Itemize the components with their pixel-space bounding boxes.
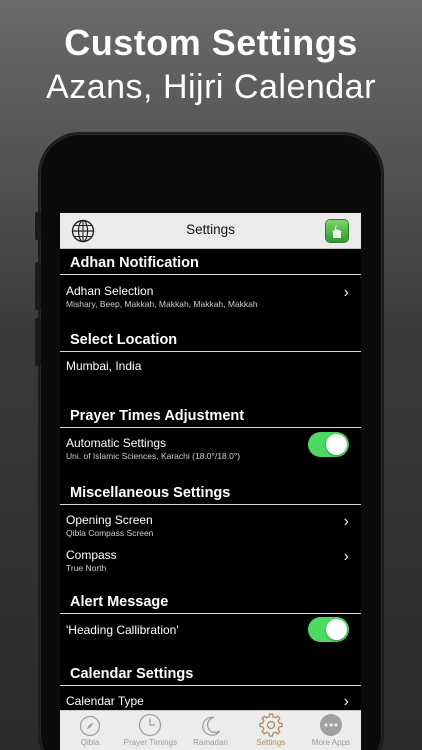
tab-label: Ramadan — [193, 738, 228, 747]
gear-icon — [259, 713, 283, 737]
tab-label: More Apps — [311, 738, 351, 747]
app-screen: Settings Adhan Notification Adhan Select… — [60, 213, 361, 750]
tab-label: Prayer Timings — [123, 738, 177, 747]
navigation-bar: Settings — [60, 213, 361, 249]
compass-label: Compass — [66, 548, 117, 562]
adhan-selection-row[interactable]: Adhan Selection Mishary, Beep, Makkah, M… — [60, 275, 361, 313]
heading-callibration-row: 'Heading Callibration' — [60, 614, 361, 652]
section-header-misc: Miscellaneous Settings — [60, 481, 361, 505]
app-icon[interactable] — [326, 220, 348, 242]
location-row[interactable]: Mumbai, India — [60, 352, 361, 402]
location-value: Mumbai, India — [66, 359, 142, 373]
chevron-right-icon: › — [343, 548, 349, 565]
adhan-selection-label: Adhan Selection — [66, 284, 154, 298]
section-header-calendar: Calendar Settings — [60, 662, 361, 686]
page-title: Settings — [186, 222, 235, 237]
chevron-right-icon: › — [343, 693, 349, 710]
phone-volume-up — [35, 262, 41, 310]
opening-screen-label: Opening Screen — [66, 513, 153, 527]
compass-row[interactable]: Compass True North › — [60, 540, 361, 576]
compass-value: True North — [66, 563, 107, 573]
tab-label: Qibla — [80, 738, 100, 747]
automatic-settings-row: Automatic Settings Uni. of Islamic Scien… — [60, 428, 361, 466]
heading-callibration-toggle[interactable] — [308, 617, 349, 642]
tab-prayer-timings[interactable]: Prayer Timings — [120, 711, 180, 750]
phone-mute-switch — [35, 212, 41, 240]
tab-settings[interactable]: Settings — [241, 711, 301, 750]
section-header-adhan: Adhan Notification — [60, 251, 361, 275]
opening-screen-value: Qibla Compass Screen — [66, 528, 154, 538]
section-header-alert: Alert Message — [60, 590, 361, 614]
chevron-right-icon: › — [343, 284, 349, 301]
section-header-adjustment: Prayer Times Adjustment — [60, 404, 361, 428]
clock-icon — [139, 713, 162, 737]
settings-list: Adhan Notification Adhan Selection Misha… — [60, 249, 361, 716]
tab-qibla[interactable]: Qibla — [60, 711, 120, 750]
section-header-location: Select Location — [60, 328, 361, 352]
opening-screen-row[interactable]: Opening Screen Qibla Compass Screen › — [60, 505, 361, 540]
crescent-moon-icon — [201, 716, 220, 736]
chevron-right-icon: › — [343, 513, 349, 530]
tab-label: Settings — [256, 738, 286, 747]
tab-bar: Qibla Prayer Timings Ramadan Settings Mo… — [60, 710, 361, 750]
more-dots-icon — [319, 714, 342, 736]
tab-more-apps[interactable]: More Apps — [301, 711, 361, 750]
promo-subtitle: Azans, Hijri Calendar — [46, 68, 376, 106]
tab-ramadan[interactable]: Ramadan — [180, 711, 240, 750]
mosque-icon — [332, 225, 342, 238]
calendar-type-label: Calendar Type — [66, 694, 144, 708]
promo-title: Custom Settings — [64, 22, 358, 63]
adhan-selection-value: Mishary, Beep, Makkah, Makkah, Makkah, M… — [66, 299, 258, 309]
phone-volume-down — [35, 318, 41, 366]
compass-icon — [79, 715, 101, 737]
automatic-settings-toggle[interactable] — [308, 432, 349, 457]
